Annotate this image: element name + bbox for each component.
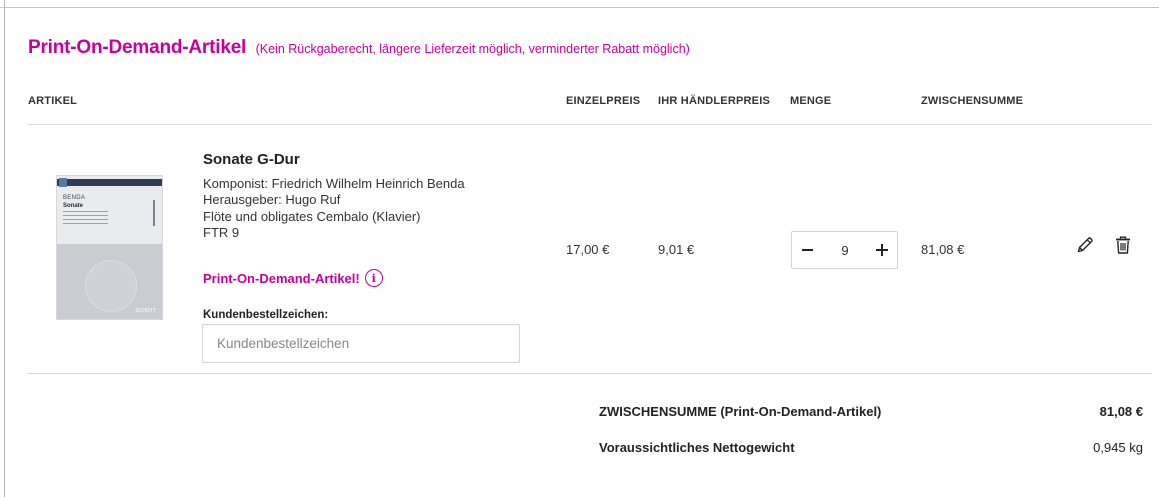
cover-ornament [85, 260, 137, 312]
increase-quantity-button[interactable] [867, 232, 897, 268]
print-on-demand-label: Print-On-Demand-Artikel! [203, 270, 360, 286]
window-left-edge [0, 0, 5, 497]
cover-band-square [59, 178, 67, 187]
column-header-einzelpreis: EINZELPREIS [566, 95, 641, 107]
product-title[interactable]: Sonate G-Dur [203, 151, 300, 168]
unit-price: 17,00 € [566, 242, 610, 257]
cover-band [57, 179, 162, 186]
product-order-number: FTR 9 [203, 225, 240, 240]
product-editor: Herausgeber: Hugo Ruf [203, 192, 341, 207]
line-subtotal: 81,08 € [921, 242, 965, 257]
print-on-demand-notice[interactable]: Print-On-Demand-Artikel! i [203, 269, 383, 287]
column-header-zwischensumme: ZWISCHENSUMME [921, 95, 1024, 107]
dealer-price: 9,01 € [658, 242, 695, 257]
quantity-input[interactable] [826, 232, 864, 268]
column-header-artikel: ARTIKEL [28, 95, 78, 107]
delete-button[interactable] [1112, 234, 1134, 256]
cover-composer: BENDA [63, 195, 86, 201]
section-note: (Kein Rückgaberecht, längere Lieferzeit … [255, 42, 690, 56]
subtotal-label: ZWISCHENSUMME (Print-On-Demand-Artikel) [599, 404, 882, 419]
pencil-icon [1077, 237, 1093, 253]
product-instrumentation: Flöte und obligates Cembalo (Klavier) [203, 209, 421, 224]
cover-title: Sonate [63, 203, 84, 209]
item-divider [28, 373, 1152, 374]
cover-flute-illustration [153, 200, 155, 226]
decrease-quantity-button[interactable] [792, 232, 822, 268]
net-weight-value: 0,945 kg [1093, 440, 1143, 455]
section-heading: Print-On-Demand-Artikel (Kein Rückgabere… [28, 37, 690, 59]
product-cover-image[interactable]: BENDA Sonate SCHOTT [56, 175, 163, 320]
net-weight-label: Voraussichtliches Nettogewicht [599, 440, 795, 455]
cover-publisher-logo: SCHOTT [135, 308, 156, 314]
subtotal-value: 81,08 € [1099, 404, 1143, 419]
product-composer: Komponist: Friedrich Wilhelm Heinrich Be… [203, 176, 465, 191]
column-header-menge: MENGE [790, 95, 832, 107]
customer-reference-input[interactable] [202, 324, 520, 363]
customer-reference-label: Kundenbestellzeichen: [203, 309, 329, 321]
minus-icon [801, 248, 813, 252]
edit-button[interactable] [1074, 234, 1096, 256]
trash-icon [1116, 236, 1130, 254]
plus-icon-vertical [880, 244, 884, 256]
cover-text-lines [63, 211, 108, 227]
info-icon[interactable]: i [364, 269, 383, 287]
column-header-haendlerpreis: IHR HÄNDLERPREIS [658, 95, 770, 107]
quantity-stepper [791, 231, 898, 269]
window-top-edge [0, 0, 1159, 8]
section-title: Print-On-Demand-Artikel [28, 37, 247, 58]
header-divider [28, 124, 1152, 125]
